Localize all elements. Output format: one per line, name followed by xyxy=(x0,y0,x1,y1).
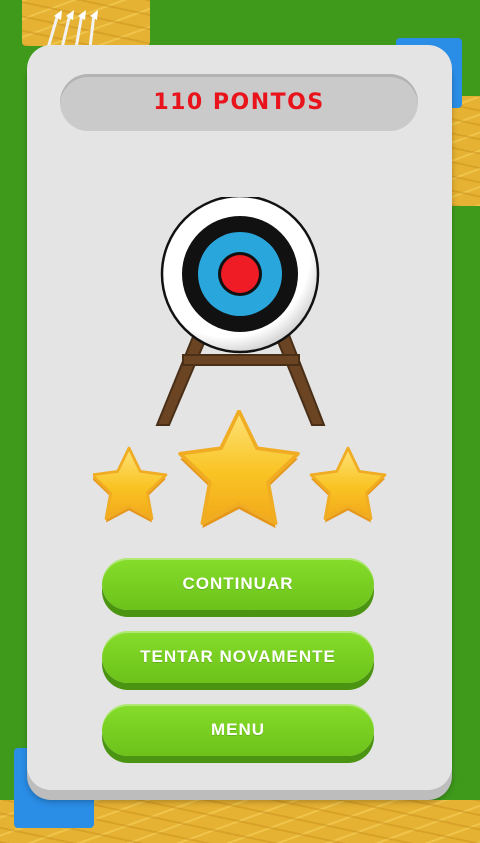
archery-target-icon xyxy=(155,197,326,426)
level-complete-panel: 110 PONTOS CONTINUAR TENTAR NOVAMENTE ME… xyxy=(27,45,452,790)
star-icon xyxy=(311,448,385,522)
continue-button[interactable]: CONTINUAR xyxy=(102,558,374,610)
menu-button[interactable]: MENU xyxy=(102,704,374,756)
score-bar: 110 PONTOS xyxy=(60,74,418,131)
star-icon xyxy=(93,448,166,522)
arrows-bundle-icon xyxy=(46,10,98,48)
score-label: 110 PONTOS xyxy=(153,90,325,115)
hay-bale-right xyxy=(452,96,480,206)
retry-button[interactable]: TENTAR NOVAMENTE xyxy=(102,631,374,683)
star-rating xyxy=(93,410,387,532)
star-icon xyxy=(180,411,298,528)
